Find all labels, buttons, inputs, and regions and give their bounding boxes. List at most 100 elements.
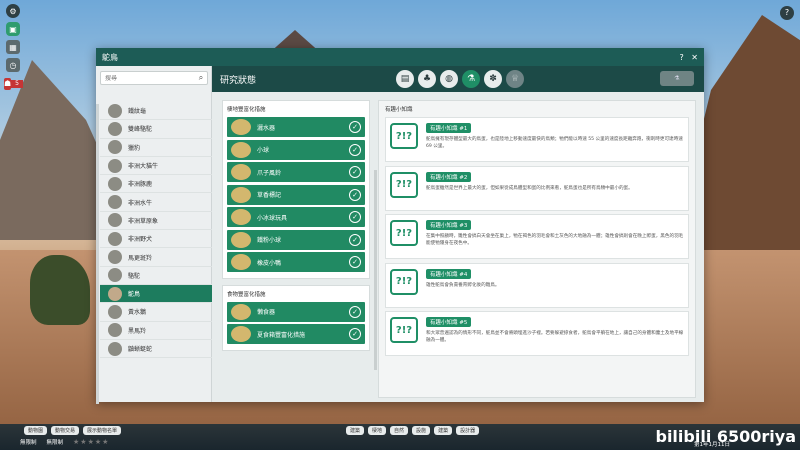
fact-card: ?!? 有趣小知識 #1 鴕鳥擁有現存體型最大的鳥蛋，也是陸地上移動速度最快的鳥類… (385, 117, 689, 162)
search-icon[interactable]: ⌕ (195, 73, 207, 83)
enrichment-item[interactable]: 夏食箱豐富化措施 ✓ (227, 324, 365, 344)
food-icon[interactable]: ◍ (440, 70, 458, 88)
fact-label: 有趣小知識 #1 (426, 123, 472, 133)
build-button[interactable]: 建築 (346, 426, 365, 435)
list-item[interactable]: 非洲大貓牛 (100, 157, 212, 176)
check-icon: ✓ (349, 233, 361, 246)
window-close-button[interactable]: ✕ (691, 53, 698, 62)
list-item[interactable]: 獵豹 (100, 139, 212, 157)
enrichment-item[interactable]: 懶食器 ✓ (227, 301, 365, 322)
list-item-label: 黃水鵝 (128, 309, 147, 317)
animal-thumbnail (108, 121, 122, 136)
animal-list-button[interactable]: 展示動物名單 (83, 426, 122, 435)
list-item[interactable]: 雙峰駱駝 (100, 120, 212, 139)
habitat-button[interactable]: 棲地 (368, 426, 387, 435)
enrichment-label: 爪子風鈴 (257, 169, 282, 177)
enrichment-image (231, 186, 251, 203)
zoo-overview-icon[interactable]: ▣ (6, 22, 20, 36)
facts-title: 有趣小知識 (385, 107, 413, 113)
animal-thumbnail (108, 341, 122, 356)
trivia-icon: ?!? (390, 123, 418, 149)
trophy-icon[interactable]: ♕ (506, 70, 524, 88)
list-item-label: 非洲草原象 (128, 217, 159, 225)
enrichment-item[interactable]: 灑水器 ✓ (227, 117, 365, 137)
animal-thumbnail (108, 195, 122, 210)
enrichment-label: 懶食器 (257, 309, 276, 316)
list-item[interactable]: 非洲豚鹿 (100, 175, 212, 194)
enrichment-item[interactable]: 鐵粉小球 ✓ (227, 229, 365, 250)
list-item[interactable]: 非洲草原象 (100, 212, 212, 231)
animal-thumbnail (108, 231, 122, 246)
guest-alert[interactable]: ☗ 5 (4, 78, 23, 90)
list-item[interactable]: 非洲野犬 (100, 230, 212, 249)
list-item[interactable]: 鐵紋龜 (100, 102, 212, 121)
flask-icon[interactable]: ⚗ (462, 70, 480, 88)
help-icon[interactable]: ? (780, 6, 794, 20)
designer-button[interactable]: 設計器 (456, 426, 480, 435)
group-title: 食物豐富化措施 (227, 291, 266, 298)
construction-button[interactable]: 建築 (434, 426, 453, 435)
animal-trade-button[interactable]: 動物交易 (51, 426, 80, 435)
enrichment-image (231, 254, 251, 270)
animal-thumbnail (108, 268, 122, 283)
group-title: 棲地豐富化措施 (227, 107, 266, 113)
page-title: 研究狀態 (220, 75, 257, 86)
document-icon[interactable]: ▤ (396, 70, 414, 88)
alert-count: 5 (11, 80, 23, 88)
window-help-button[interactable]: ? (680, 53, 684, 62)
enrichment-item[interactable]: 爪子風鈴 ✓ (227, 162, 365, 182)
list-item[interactable]: 馬更斑羚 (100, 248, 212, 267)
search-input[interactable] (105, 74, 185, 82)
window-title-bar: 鴕鳥 ? ✕ (96, 48, 704, 66)
animal-thumbnail (108, 304, 122, 319)
trivia-icon: ?!? (390, 268, 418, 295)
list-item[interactable]: 駱駝 (100, 267, 212, 285)
nature-button[interactable]: 自然 (390, 426, 409, 435)
list-item-label: 獵豹 (128, 144, 141, 152)
enrichment-label: 橡皮小鴨 (257, 259, 282, 267)
management-buttons: 動物園 動物交易 展示動物名單 (24, 426, 125, 435)
enrichment-item[interactable]: 小冰球玩具 ✓ (227, 207, 365, 227)
list-item-label: 非洲大貓牛 (128, 163, 159, 171)
rating-stars: ★★★★★ (73, 438, 110, 446)
window-title: 鴕鳥 (102, 52, 118, 62)
zoo-button[interactable]: 動物園 (24, 426, 48, 435)
list-item-label: 駱駝 (128, 272, 141, 280)
paw-icon[interactable]: ✽ (484, 70, 502, 88)
fun-facts-panel: 有趣小知識 ?!? 有趣小知識 #1 鴕鳥擁有現存體型最大的鳥蛋，也是陸地上移動速… (378, 100, 696, 398)
enrichment-scrollbar[interactable] (374, 170, 377, 370)
enrichment-item[interactable]: 草香標記 ✓ (227, 184, 365, 205)
research-header: 研究狀態 ▤ ♣ ◍ ⚗ ✽ ♕ ⚗ (212, 66, 704, 92)
list-item-label: 黑馬羚 (128, 327, 147, 335)
bottom-toolbar: 動物園 動物交易 展示動物名單 無限制 無限制 ★★★★★ 建築 棲地 自然 設… (0, 424, 800, 450)
check-icon: ✓ (349, 328, 361, 340)
list-item[interactable]: 鼬蜥蜓蛇 (100, 340, 212, 359)
list-item-label: 非洲水牛 (128, 199, 153, 207)
animal-thumbnail (108, 286, 122, 301)
sidebar-scrollbar[interactable] (96, 104, 99, 404)
settings-icon[interactable]: ⚙ (6, 4, 20, 18)
time-icon[interactable]: ◷ (6, 58, 20, 72)
money-value: 無限制 (20, 440, 37, 446)
enrichment-item[interactable]: 橡皮小鴨 ✓ (227, 252, 365, 272)
research-content: 研究狀態 ▤ ♣ ◍ ⚗ ✽ ♕ ⚗ 棲地豐富化措施 灑水器 ✓ 小球 ✓ 爪子風鈴… (212, 66, 704, 402)
trivia-icon: ?!? (390, 220, 418, 246)
enrichment-label: 小球 (257, 147, 270, 154)
species-sidebar: ⌕ 鐵紋龜 雙峰駱駝 獵豹 非洲大貓牛 非洲豚鹿 非洲水牛 非洲草原象 非洲野犬… (96, 66, 212, 404)
list-item[interactable]: 黑馬羚 (100, 322, 212, 340)
enrichment-image (231, 303, 251, 320)
enrichment-item[interactable]: 小球 ✓ (227, 139, 365, 160)
enrichment-image (231, 164, 251, 180)
tree-icon[interactable]: ♣ (418, 70, 436, 88)
calendar-icon[interactable]: ▦ (6, 40, 20, 54)
list-item[interactable]: 黃水鵝 (100, 303, 212, 322)
enrichment-label: 夏食箱豐富化措施 (257, 331, 306, 339)
enrichment-image (231, 209, 251, 225)
search-box[interactable]: ⌕ (100, 71, 208, 85)
facilities-button[interactable]: 設施 (412, 426, 431, 435)
species-list: 鐵紋龜 雙峰駱駝 獵豹 非洲大貓牛 非洲豚鹿 非洲水牛 非洲草原象 非洲野犬 馬… (100, 102, 212, 359)
enrichment-label: 草香標記 (257, 192, 282, 199)
researcher-button[interactable]: ⚗ (660, 71, 694, 86)
list-item-selected[interactable]: 鴕鳥 (100, 284, 212, 304)
list-item[interactable]: 非洲水牛 (100, 193, 212, 212)
